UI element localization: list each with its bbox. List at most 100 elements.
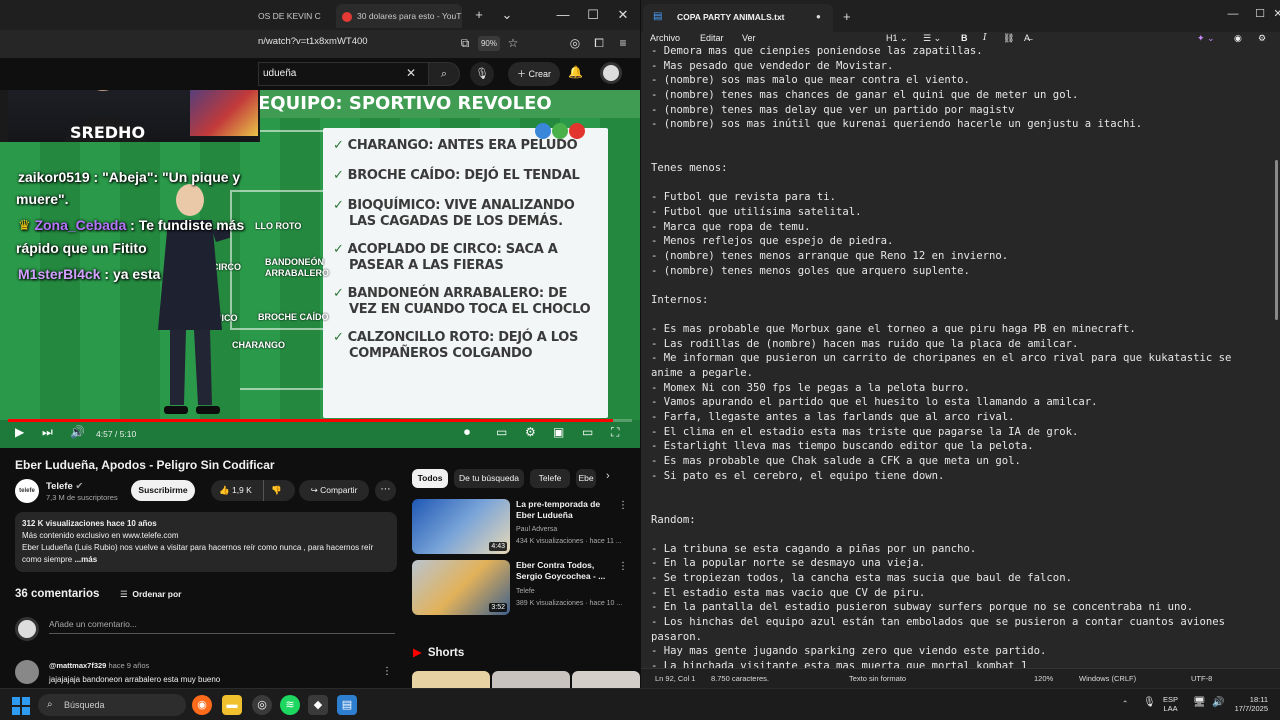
browser-tab-kevin[interactable]: OS DE KEVIN C: [252, 4, 334, 28]
add-comment-input[interactable]: Añade un comentario...: [49, 619, 395, 634]
theater-mode-icon[interactable]: ▭: [582, 425, 593, 439]
chip-from-search[interactable]: De tu búsqueda: [454, 469, 524, 488]
subtitles-icon[interactable]: ▭: [496, 425, 507, 439]
profile-icon[interactable]: ◎: [566, 34, 584, 52]
subscribe-button[interactable]: Suscribirme: [131, 480, 195, 501]
autoplay-toggle-icon[interactable]: ⏺: [464, 425, 470, 440]
chip-all[interactable]: Todos: [412, 469, 448, 488]
video-description[interactable]: 312 K visualizaciones hace 10 años Más c…: [15, 512, 397, 572]
search-input[interactable]: udueña: [258, 62, 428, 86]
notepad-minimize-icon[interactable]: —: [1219, 4, 1247, 24]
notepad-scrollbar[interactable]: [1275, 160, 1278, 320]
settings-gear-icon[interactable]: ⚙: [525, 425, 536, 439]
comment-avatar[interactable]: [15, 660, 39, 684]
volume-tray-icon[interactable]: 🔊: [1212, 698, 1224, 708]
rec-menu-icon[interactable]: ⋮: [618, 561, 628, 572]
notepad-taskbar-icon[interactable]: ▤: [337, 695, 357, 715]
notepad-editor[interactable]: - Demora mas que cienpies poniendose las…: [641, 44, 1272, 668]
tab-list-chevron-icon[interactable]: ⌄: [494, 4, 520, 26]
menu-archivo[interactable]: Archivo: [650, 33, 680, 43]
show-more-link[interactable]: ...más: [74, 555, 97, 564]
like-button[interactable]: 👍 1,9 K: [219, 480, 252, 501]
file-explorer-icon[interactable]: ▬: [222, 695, 242, 715]
rec-thumbnail[interactable]: 4:43: [412, 499, 510, 554]
picture-in-picture-icon[interactable]: ⧉: [456, 34, 474, 52]
network-icon[interactable]: 🖥: [1193, 698, 1206, 708]
rec-channel[interactable]: Telefe: [516, 586, 535, 597]
short-thumbnail[interactable]: [412, 671, 490, 688]
account-avatar[interactable]: [600, 62, 622, 84]
italic-icon[interactable]: I: [983, 33, 987, 43]
menu-editar[interactable]: Editar: [700, 33, 724, 43]
link-icon[interactable]: ⛓: [1003, 33, 1014, 44]
rec-channel[interactable]: Paul Adversa: [516, 524, 557, 535]
clear-search-icon[interactable]: ✕: [406, 66, 416, 80]
more-actions-icon[interactable]: ⋯: [375, 480, 396, 501]
notepad-close-icon[interactable]: ✕: [1271, 4, 1280, 24]
taskbar-search[interactable]: ⌕ Búsqueda: [38, 694, 186, 716]
chip-ebe[interactable]: Ebe: [576, 469, 596, 488]
zoom-level[interactable]: 120%: [1034, 674, 1053, 683]
menu-ver[interactable]: Ver: [742, 33, 756, 43]
rec-title[interactable]: La pre-temporada de Eber Ludueña: [516, 499, 616, 521]
new-tab-button[interactable]: +: [466, 4, 492, 26]
bookmark-star-icon[interactable]: ☆: [504, 34, 522, 52]
notifications-bell-icon[interactable]: 🔔: [568, 65, 583, 79]
line-ending[interactable]: Windows (CRLF): [1079, 674, 1136, 683]
microphone-tray-icon[interactable]: 🎙: [1143, 698, 1156, 708]
tray-chevron-icon[interactable]: ⌃: [1122, 699, 1128, 708]
channel-avatar[interactable]: telefe: [15, 479, 39, 503]
list-icon[interactable]: ☰ ⌄: [923, 33, 941, 44]
notepad-settings-gear-icon[interactable]: ⚙: [1258, 33, 1266, 44]
video-player[interactable]: EQUIPO: SPORTIVO REVOLEO ✓ CHARANGO: ANTE…: [0, 90, 640, 448]
language-indicator[interactable]: ESP LAA: [1163, 695, 1178, 713]
voice-search-button[interactable]: 🎙: [470, 62, 494, 86]
miniplayer-icon[interactable]: ▣: [553, 425, 564, 439]
extensions-icon[interactable]: ⧠: [590, 34, 608, 52]
account-icon[interactable]: ◉: [1234, 33, 1242, 44]
sort-comments-button[interactable]: ☰ Ordenar por: [120, 589, 181, 600]
unsaved-dot-icon[interactable]: ●: [816, 12, 821, 21]
heading-dropdown[interactable]: H1 ⌄: [886, 33, 908, 44]
rec-menu-icon[interactable]: ⋮: [618, 500, 628, 511]
short-thumbnail[interactable]: [572, 671, 640, 688]
volume-icon[interactable]: 🔊: [70, 425, 85, 439]
play-icon[interactable]: ▶: [15, 425, 24, 439]
share-button[interactable]: ↪ Compartir: [299, 480, 369, 501]
notepad-text-line: [651, 483, 1272, 498]
notepad-maximize-icon[interactable]: ☐: [1246, 4, 1274, 24]
menu-icon[interactable]: ≡: [614, 34, 632, 52]
zoom-indicator[interactable]: 90%: [478, 36, 500, 51]
channel-name[interactable]: Telefe ✔: [46, 481, 83, 492]
firefox-icon[interactable]: ◉: [192, 695, 212, 715]
chip-telefe[interactable]: Telefe: [530, 469, 570, 488]
comment-menu-icon[interactable]: ⋮: [382, 666, 392, 677]
clock[interactable]: 18:11 17/7/2025: [1228, 695, 1268, 713]
url-field[interactable]: n/watch?v=t1x8xmWT400: [258, 36, 368, 47]
rec-thumbnail[interactable]: 3:52: [412, 560, 510, 615]
rec-title[interactable]: Eber Contra Todos, Sergio Goycochea - ..…: [516, 560, 616, 582]
start-windows-icon[interactable]: [12, 697, 30, 715]
notepad-tab[interactable]: ▤ COPA PARTY ANIMALS.txt ●: [643, 4, 833, 32]
clear-format-icon[interactable]: A̶: [1024, 33, 1030, 43]
dislike-button[interactable]: 👎: [271, 480, 282, 501]
comment-author[interactable]: @mattmax7f329 hace 9 años: [49, 661, 149, 670]
browser-tab-active[interactable]: 30 dolares para esto - YouT: [336, 4, 462, 28]
search-button[interactable]: ⌕: [428, 62, 460, 86]
close-icon[interactable]: ✕: [610, 4, 636, 26]
bold-icon[interactable]: B: [961, 33, 968, 43]
next-icon[interactable]: ⏭: [42, 425, 53, 440]
text-format[interactable]: Texto sin formato: [849, 674, 906, 683]
notepad-new-tab-button[interactable]: +: [843, 9, 851, 24]
chips-next-chevron-icon[interactable]: ›: [606, 470, 610, 482]
short-thumbnail[interactable]: [492, 671, 570, 688]
fullscreen-icon[interactable]: ⛶: [611, 425, 619, 440]
maximize-icon[interactable]: ☐: [580, 4, 606, 26]
encoding[interactable]: UTF-8: [1191, 674, 1212, 683]
create-button[interactable]: ＋ Crear: [508, 62, 560, 86]
minimize-icon[interactable]: —: [550, 4, 576, 26]
copilot-icon[interactable]: ✦ ⌄: [1197, 33, 1215, 44]
app-icon[interactable]: ◆: [308, 695, 328, 715]
chrome-icon[interactable]: ◎: [252, 695, 272, 715]
spotify-icon[interactable]: ≋: [280, 695, 300, 715]
